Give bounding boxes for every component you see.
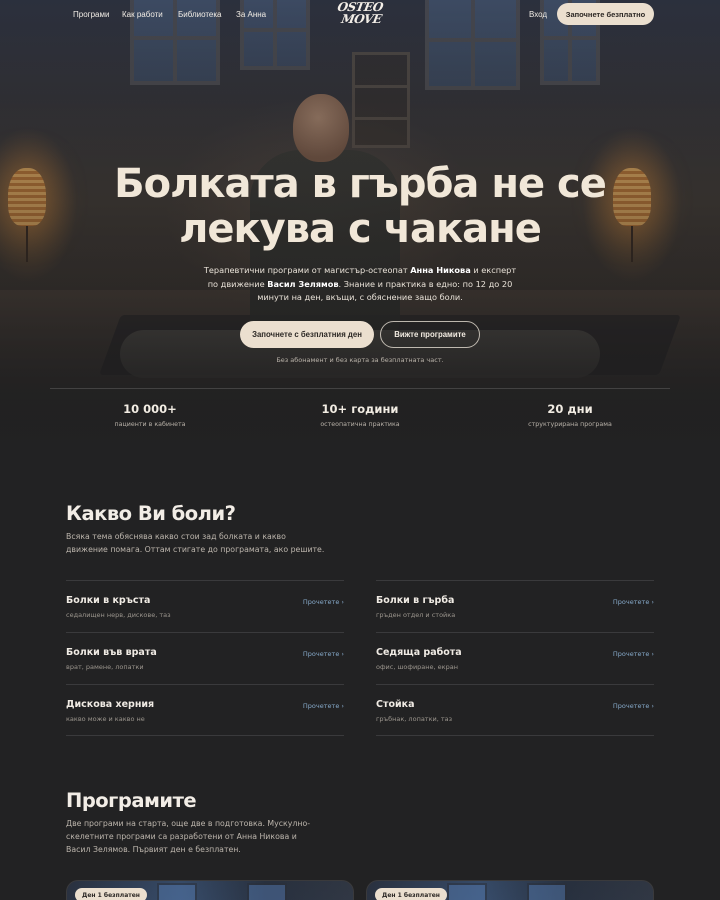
hero-subtitle-part: Терапевтични програми от магистър-остеоп… — [203, 265, 411, 275]
hero-title: Болката в гърба не се лекува с чакане — [114, 161, 607, 252]
stat-value: 20 дни — [547, 402, 593, 416]
logo[interactable]: OSTEO MOVE — [333, 0, 388, 31]
stat-years: 10+ години остеопатична практика — [280, 402, 440, 428]
stat-label: структурирана програма — [528, 421, 612, 428]
stat-days: 20 дни структурирана програма — [490, 402, 650, 428]
pain-topic-subtitle: какво може и какво не — [66, 715, 145, 723]
login-link[interactable]: Вход — [529, 10, 547, 19]
pain-topic-subtitle: офис, шофиране, екран — [376, 663, 458, 671]
nav-link-library[interactable]: Библиотека — [178, 10, 222, 19]
program-card[interactable]: Ден 1 безплатен — [366, 880, 654, 900]
read-more-link[interactable]: Прочетете › — [303, 650, 344, 658]
hero-subtitle-name-anna: Анна Никова — [410, 265, 471, 275]
pain-section-title: Какво Ви боли? — [66, 502, 236, 525]
logo-text-line2: MOVE — [340, 12, 383, 26]
pain-topic-name: Дискова херния — [66, 699, 155, 710]
program-card-image — [157, 883, 197, 900]
pain-topic-name: Стойка — [376, 699, 415, 710]
pain-topic-subtitle: гръден отдел и стойка — [376, 611, 456, 619]
stat-label: остеопатична практика — [320, 421, 400, 428]
programs-section-description: Две програми на старта, още две в подгот… — [66, 819, 311, 854]
hero-note: Без абонамент и без карта за безплатната… — [276, 356, 444, 364]
program-card-image — [447, 883, 487, 900]
read-more-link[interactable]: Прочетете › — [613, 702, 654, 710]
pain-topic-disc-hernia[interactable]: Дискова херния какво може и какво не Про… — [66, 684, 344, 736]
nav-link-programs[interactable]: Програми — [73, 10, 109, 19]
pain-topic-subtitle: врат, рамене, лопатки — [66, 663, 144, 671]
program-card-image — [527, 883, 567, 900]
stat-patients: 10 000+ пациенти в кабинета — [70, 402, 230, 428]
pain-topic-neck[interactable]: Болки във врата врат, рамене, лопатки Пр… — [66, 632, 344, 684]
read-more-link[interactable]: Прочетете › — [613, 598, 654, 606]
pain-topic-posture[interactable]: Стойка гръбнак, лопатки, таз Прочетете › — [376, 684, 654, 736]
hero-subtitle-name-vasil: Васил Зелямов — [267, 278, 339, 289]
program-card-image — [247, 883, 287, 900]
pain-topic-sitting-work[interactable]: Седяща работа офис, шофиране, екран Проч… — [376, 632, 654, 684]
nav-link-about-anna[interactable]: За Анна — [236, 10, 266, 19]
stat-value: 10+ години — [321, 402, 399, 416]
stats-divider — [50, 388, 670, 389]
stat-value: 10 000+ — [123, 402, 177, 416]
program-card[interactable]: Ден 1 безплатен — [66, 880, 354, 900]
pain-section-description: Всяка тема обяснява какво стои зад болка… — [66, 532, 325, 554]
free-day-badge: Ден 1 безплатен — [375, 888, 447, 900]
read-more-link[interactable]: Прочетете › — [303, 702, 344, 710]
stat-label: пациенти в кабинета — [114, 421, 186, 428]
pain-topic-name: Болки във врата — [66, 647, 157, 658]
top-navigation: Програми Как работи Библиотека За Анна O… — [0, 0, 720, 30]
nav-link-how-it-works[interactable]: Как работи — [122, 10, 163, 19]
pain-topic-back[interactable]: Болки в гърба гръден отдел и стойка Проч… — [376, 580, 654, 632]
start-free-day-button[interactable]: Започнете с безплатния ден — [240, 321, 374, 348]
free-day-badge: Ден 1 безплатен — [75, 888, 147, 900]
read-more-link[interactable]: Прочетете › — [613, 650, 654, 658]
pain-topic-name: Болки в кръста — [66, 595, 151, 606]
nav-start-free-button[interactable]: Започнете безплатно — [557, 3, 654, 25]
pain-topic-subtitle: седалищен нерв, дискове, таз — [66, 611, 171, 619]
view-programs-button[interactable]: Вижте програмите — [380, 321, 480, 348]
pain-topic-lower-back[interactable]: Болки в кръста седалищен нерв, дискове, … — [66, 580, 344, 632]
hero-subtitle: Терапевтични програми от магистър-остеоп… — [200, 264, 520, 305]
pain-topic-name: Болки в гърба — [376, 595, 455, 606]
programs-section-title: Програмите — [66, 789, 197, 812]
read-more-link[interactable]: Прочетете › — [303, 598, 344, 606]
pain-topic-name: Седяща работа — [376, 647, 462, 658]
pain-topic-subtitle: гръбнак, лопатки, таз — [376, 715, 453, 723]
